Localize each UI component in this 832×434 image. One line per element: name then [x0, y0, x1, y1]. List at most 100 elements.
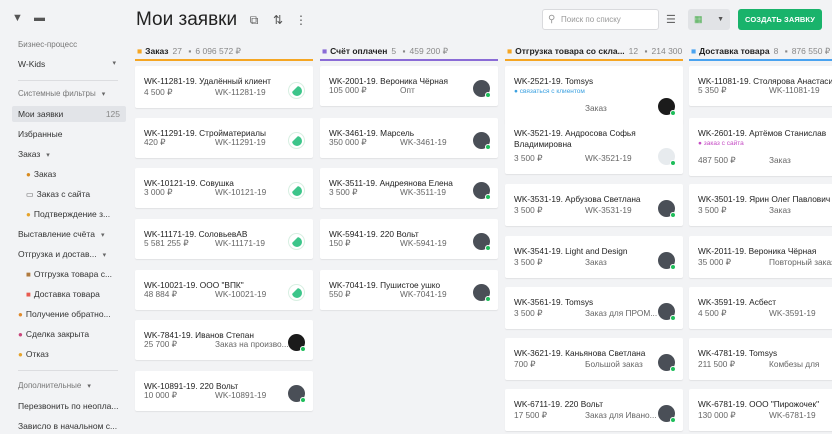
- card-subtitle: WK-10891-19: [215, 390, 267, 400]
- deal-card[interactable]: WK-11081-19. Столярова Анастасия 5 350 ₽ W…: [689, 66, 832, 106]
- sidebar-item-confirmation[interactable]: ● Подтверждение з...: [26, 206, 122, 222]
- avatar[interactable]: [473, 182, 491, 200]
- column-header[interactable]: ■Отгрузка товара со скла...12 ▪214 300 ₽: [505, 44, 683, 61]
- sidebar-item-favorites[interactable]: Избранные: [18, 126, 122, 142]
- deal-card[interactable]: WK-3561-19. Tomsys 3 500 ₽ Заказ для ПРОМ.…: [505, 287, 683, 329]
- sidebar-item-shipping[interactable]: ■ Отгрузка товара с...: [26, 266, 122, 282]
- deal-card[interactable]: WK-11171-19. СоловьевАВ 5 581 255 ₽ WK-111…: [135, 219, 313, 259]
- more-vertical-icon[interactable]: ⋮: [294, 13, 308, 27]
- avatar[interactable]: [288, 385, 306, 403]
- deal-card[interactable]: WK-2001-19. Вероника Чёрная 105 000 ₽ Опт: [320, 66, 498, 106]
- avatar[interactable]: [473, 132, 491, 150]
- sidebar-item-label: Сделка закрыта: [25, 329, 90, 339]
- column-header[interactable]: ■ Заказ 27 ▪ 6 096 572 ₽: [135, 44, 313, 61]
- create-request-button[interactable]: СОЗДАТЬ ЗАЯВКУ: [738, 9, 822, 30]
- deal-card[interactable]: WK-10121-19. Совушка 3 000 ₽ WK-10121-19: [135, 168, 313, 208]
- avatar[interactable]: [473, 80, 491, 98]
- deal-card[interactable]: WK-5941-19. 220 Вольт 150 ₽ WK-5941-19: [320, 219, 498, 259]
- card-subtitle: WK-7041-19: [400, 289, 447, 299]
- deal-card[interactable]: WK-3501-19. Ярин Олег Павлович 3 500 ₽ Зак…: [689, 184, 832, 226]
- kanban-column: ■ Доставка товара 8 ▪ 876 550 ₽ WK-11081-19.…: [689, 44, 832, 434]
- sidebar-item-invoice[interactable]: Выставление счёта ▾: [18, 226, 122, 242]
- deal-card[interactable]: WK-3511-19. Андреянова Елена 3 500 ₽ WK-35…: [320, 168, 498, 208]
- deal-card[interactable]: WK-10021-19. ООО "ВПК" 48 884 ₽ WK-10021-1…: [135, 270, 313, 310]
- sidebar-item-stuck[interactable]: Зависло в начальном с...: [18, 418, 122, 434]
- avatar[interactable]: [288, 233, 305, 250]
- kanban-view-toggle[interactable]: ▦ ▼: [688, 9, 730, 30]
- laptop-icon: ▭: [26, 190, 34, 199]
- sidebar-item-closed[interactable]: ● Сделка закрыта: [18, 326, 122, 342]
- additional-toggle[interactable]: Дополнительные ▾: [18, 378, 122, 394]
- thumbs-down-icon: ●: [18, 350, 23, 359]
- sidebar-item-shipping-group[interactable]: Отгрузка и достав... ▾: [18, 246, 122, 262]
- tag-dot-icon: ●: [698, 140, 702, 147]
- deal-card[interactable]: WK-3621-19. Каньянова Светлана 700 ₽ Больш…: [505, 338, 683, 380]
- deal-card[interactable]: WK-7041-19. Пушистое ушко 550 ₽ WK-7041-19: [320, 270, 498, 310]
- sidebar-item-order[interactable]: ● Заказ: [26, 166, 122, 182]
- avatar[interactable]: [658, 98, 676, 116]
- avatar[interactable]: [658, 200, 676, 218]
- folder-icon[interactable]: ▬: [34, 12, 46, 24]
- card-title: WK-3541-19. Light and Design: [514, 246, 628, 256]
- sidebar-item-label: Доставка товара: [33, 289, 100, 299]
- card-amount: 3 500 ₽: [514, 257, 543, 267]
- system-filters-toggle[interactable]: Системные фильтры ▾: [18, 86, 122, 102]
- sidebar-item-site-order[interactable]: ▭ Заказ с сайта: [26, 186, 122, 202]
- avatar[interactable]: [288, 82, 305, 99]
- card-subtitle: WK-11171-19: [215, 238, 265, 248]
- sidebar-item-label: Заказ: [33, 169, 57, 179]
- card-amount: 17 500 ₽: [514, 410, 547, 420]
- deal-card[interactable]: WK-3591-19. Асбест 4 500 ₽ WK-3591-19: [689, 287, 832, 329]
- deal-card[interactable]: WK-3541-19. Light and Design 3 500 ₽ Заказ: [505, 236, 683, 278]
- deal-card[interactable]: WK-3521-19. Андросова Софья Владимировна…: [505, 118, 683, 174]
- card-amount: 130 000 ₽: [698, 410, 736, 420]
- card-amount: 3 000 ₽: [144, 187, 173, 197]
- deal-card[interactable]: WK-11291-19. Стройматериалы 420 ₽ WK-11291…: [135, 118, 313, 158]
- deal-card[interactable]: WK-2011-19. Вероника Чёрная 35 000 ₽ Повто…: [689, 236, 832, 278]
- avatar[interactable]: [288, 182, 305, 199]
- avatar[interactable]: [473, 284, 491, 302]
- deal-card[interactable]: WK-2521-19. Tomsys ● связаться с клиентом…: [505, 66, 683, 124]
- card-subtitle: Заказ для ПРОМ...: [585, 308, 658, 318]
- avatar[interactable]: [658, 405, 676, 423]
- sidebar-item-payment-back[interactable]: ● Получение обратно...: [18, 306, 122, 322]
- avatar[interactable]: [658, 252, 676, 270]
- filter-icon[interactable]: ▼: [12, 12, 24, 24]
- sort-icon[interactable]: ⇅: [271, 13, 285, 27]
- sidebar-item-delivery[interactable]: ■ Доставка товара: [26, 286, 122, 302]
- kanban-column: ■Отгрузка товара со скла...12 ▪214 300 ₽…: [505, 44, 683, 434]
- avatar[interactable]: [658, 354, 676, 372]
- deal-card[interactable]: WK-11281-19. Удалённый клиент 4 500 ₽ WK-1…: [135, 66, 313, 108]
- online-status-icon: [485, 296, 491, 302]
- deal-card[interactable]: WK-2601-19. Артёмов Станислав ● заказ с с…: [689, 118, 832, 176]
- column-count: 27: [172, 46, 182, 56]
- avatar[interactable]: [658, 303, 676, 321]
- avatar[interactable]: [288, 284, 305, 301]
- process-select[interactable]: W-Kids ▾: [18, 56, 122, 72]
- avatar[interactable]: [288, 334, 306, 352]
- deal-card[interactable]: WK-3461-19. Марсель 350 000 ₽ WK-3461-19: [320, 118, 498, 158]
- column-sum: 459 200 ₽: [409, 46, 449, 56]
- deal-card[interactable]: WK-4781-19. Tomsys 211 500 ₽ Комбезы для: [689, 338, 832, 380]
- sidebar-item-my-requests[interactable]: Мои заявки 125: [12, 106, 126, 122]
- deal-card[interactable]: WK-10891-19. 220 Вольт 10 000 ₽ WK-10891-1…: [135, 371, 313, 411]
- sidebar-item-callback[interactable]: Перезвонить по неопла...: [18, 398, 122, 414]
- deal-card[interactable]: WK-7841-19. Иванов Степан 25 700 ₽ Заказ н…: [135, 320, 313, 360]
- card-subtitle: WK-3531-19: [585, 205, 632, 215]
- avatar[interactable]: [288, 132, 305, 149]
- column-header[interactable]: ■ Счёт оплачен 5 ▪ 459 200 ₽: [320, 44, 498, 61]
- card-amount: 700 ₽: [514, 359, 536, 369]
- deal-card[interactable]: WK-3531-19. Арбузова Светлана 3 500 ₽ WK-3…: [505, 184, 683, 226]
- sidebar-item-rejected[interactable]: ● Отказ: [18, 346, 122, 362]
- column-header[interactable]: ■ Доставка товара 8 ▪ 876 550 ₽: [689, 44, 832, 61]
- deal-card[interactable]: WK-6711-19. 220 Вольт 17 500 ₽ Заказ для И…: [505, 389, 683, 431]
- search-input[interactable]: ⚲ Поиск по списку: [542, 9, 659, 30]
- sidebar-item-label: Отказ: [25, 349, 49, 359]
- list-view-icon[interactable]: ☰: [666, 13, 676, 26]
- sidebar-item-order-group[interactable]: Заказ ▾: [18, 146, 122, 162]
- copy-icon[interactable]: ⧉: [247, 13, 261, 27]
- card-title: WK-11281-19. Удалённый клиент: [144, 76, 271, 86]
- avatar[interactable]: [473, 233, 491, 251]
- deal-card[interactable]: WK-6781-19. ООО "Пирожочек" 130 000 ₽ WK-6…: [689, 389, 832, 431]
- avatar[interactable]: [658, 148, 676, 166]
